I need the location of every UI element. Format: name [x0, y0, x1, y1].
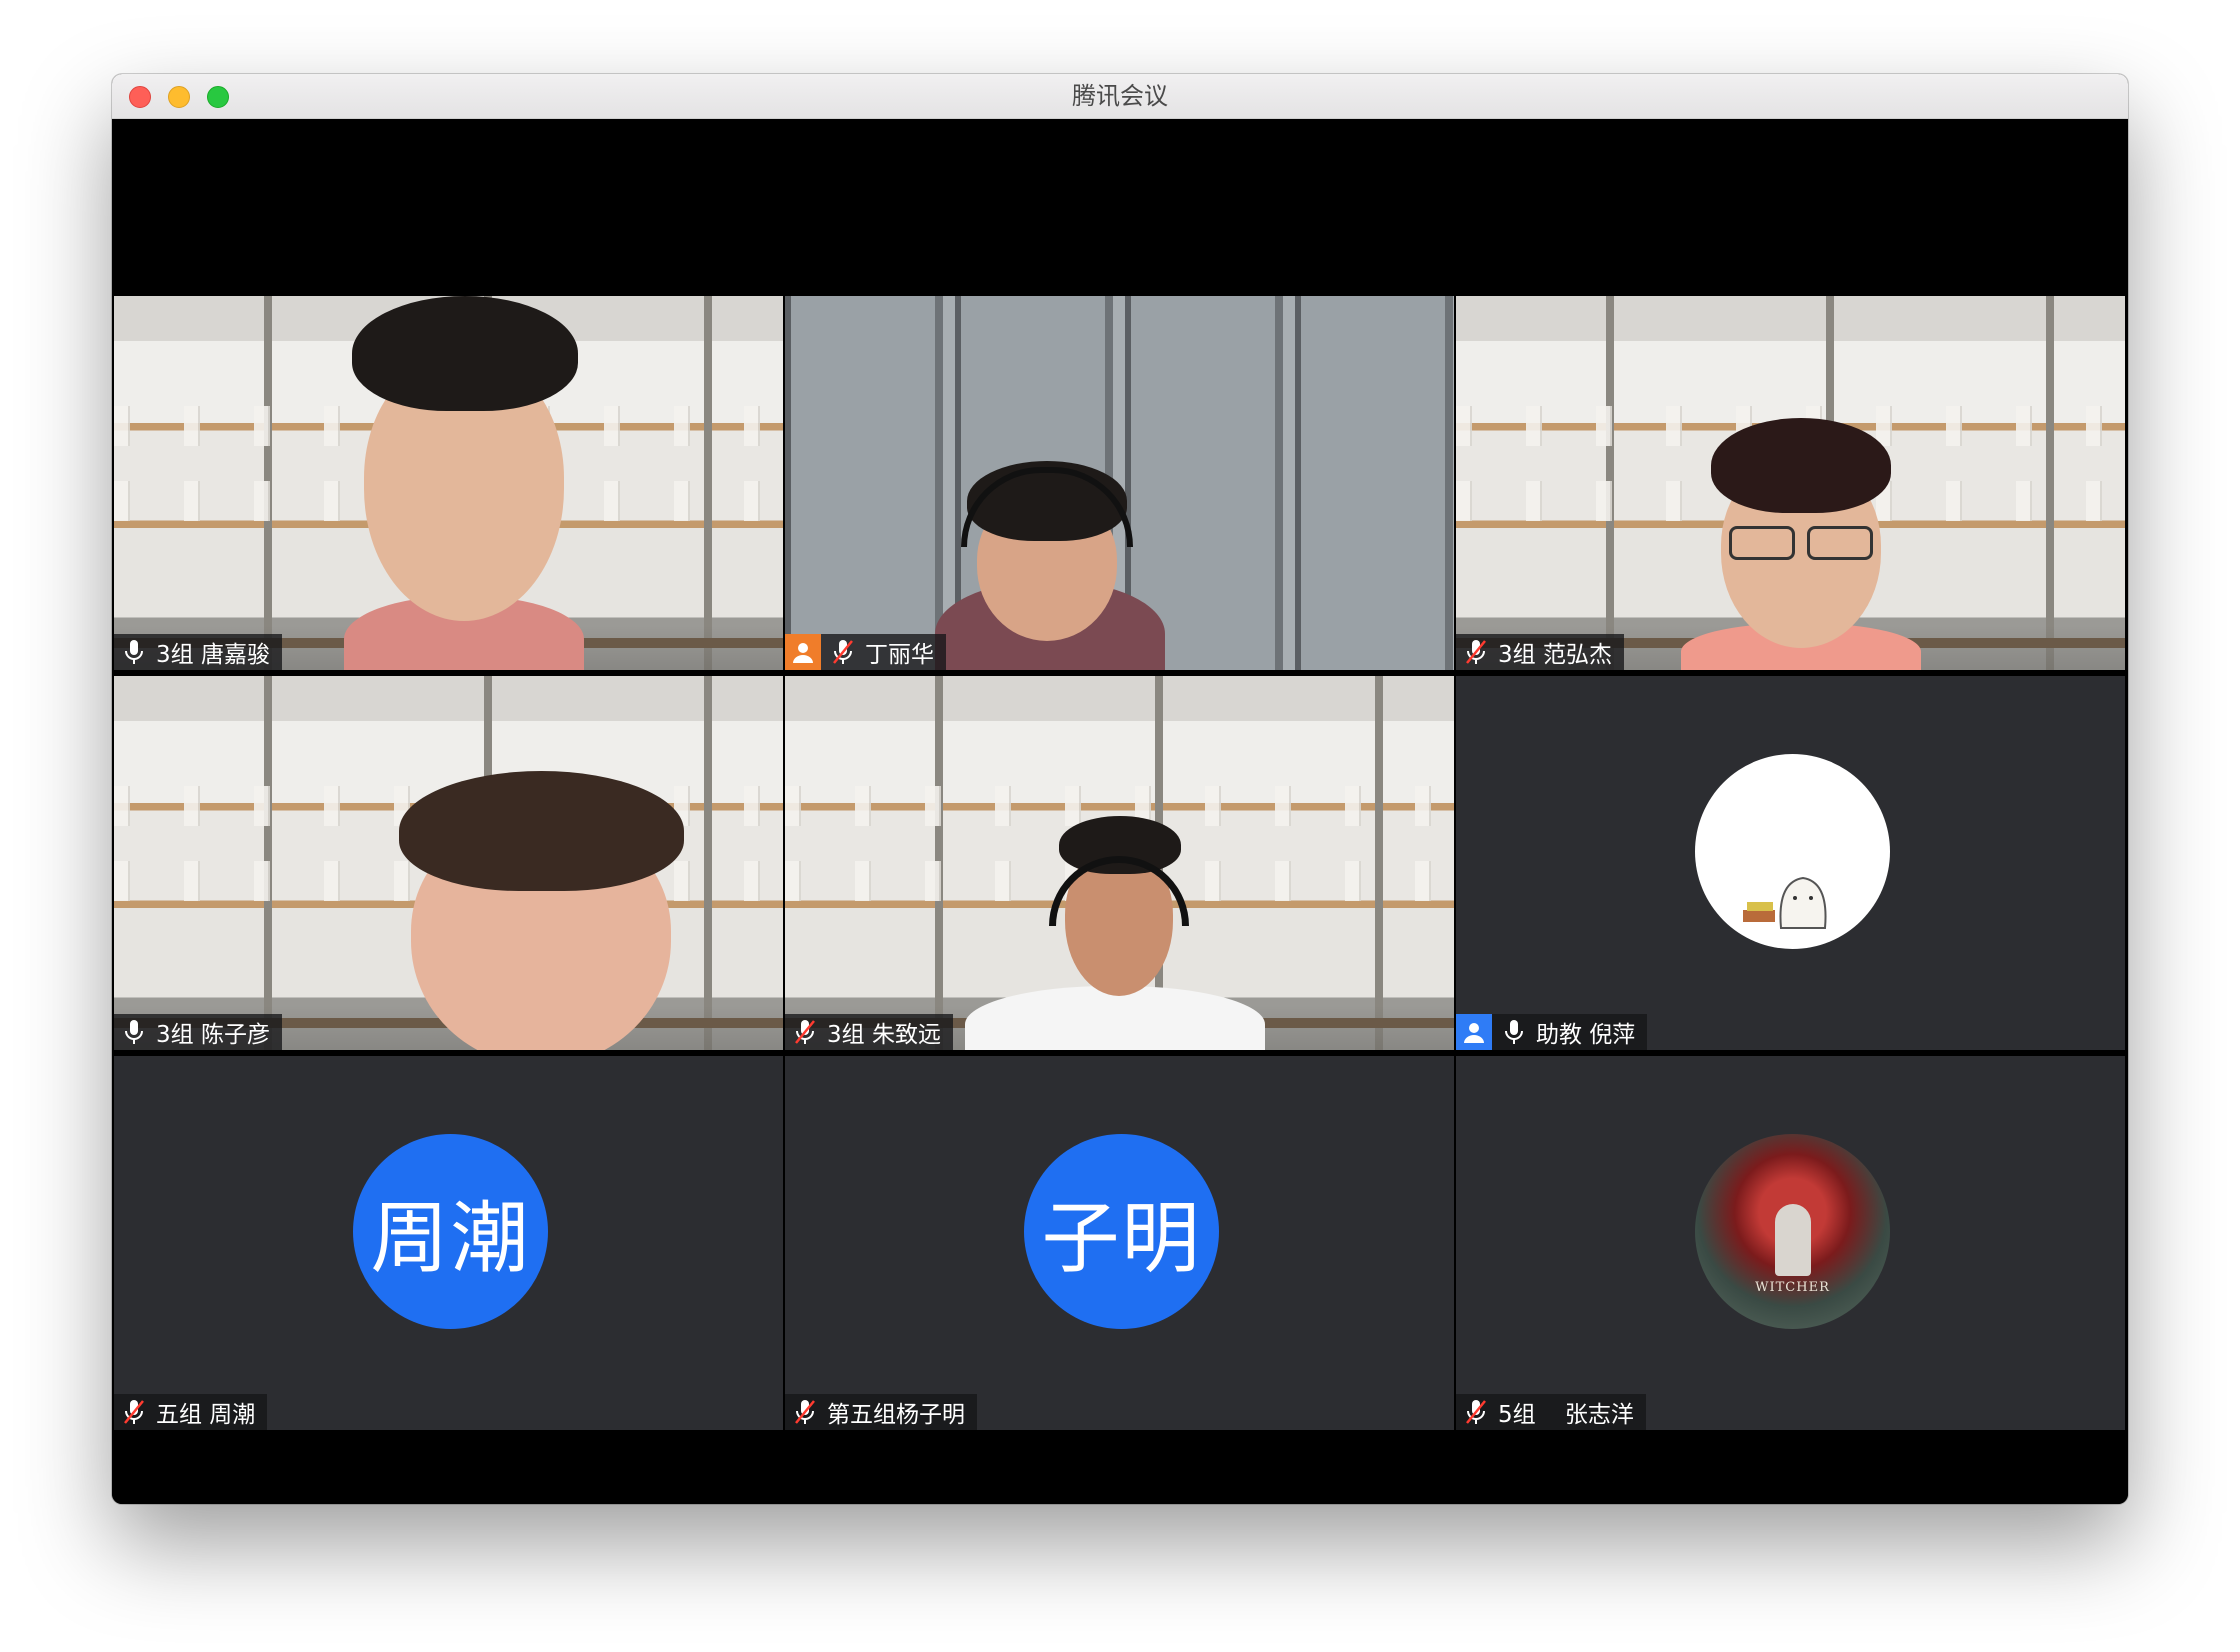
avatar-image-text: WITCHER: [1755, 1280, 1830, 1295]
microphone-muted-icon: [833, 640, 853, 664]
participant-video: [324, 296, 604, 670]
participant-name-tag: 丁丽华: [785, 634, 946, 670]
participant-name: 3组 唐嘉骏: [156, 642, 270, 668]
participant-avatar: [1695, 754, 1890, 949]
participant-name-tag: 3组 唐嘉骏: [114, 634, 282, 670]
participant-avatar: 子明: [1024, 1134, 1219, 1329]
video-gallery: 3组 唐嘉骏 丁丽华 3组 范弘杰 3组 陈子彦 3组 朱致远 助教 倪萍 周潮…: [112, 119, 2128, 1504]
participant-tile[interactable]: 助教 倪萍: [1456, 676, 2125, 1050]
participant-name: 3组 范弘杰: [1498, 642, 1612, 668]
microphone-muted-icon: [124, 1400, 144, 1424]
assistant-icon: [1456, 1014, 1492, 1050]
participant-tile[interactable]: 3组 朱致远: [785, 676, 1454, 1050]
microphone-muted-icon: [795, 1020, 815, 1044]
meeting-window: 腾讯会议 3组 唐嘉骏 丁丽华 3组 范弘杰 3组 陈子彦 3组 朱致远 助教 …: [112, 74, 2128, 1504]
microphone-icon: [125, 640, 143, 664]
participant-video: [965, 816, 1265, 1050]
participant-name: 3组 陈子彦: [156, 1022, 270, 1048]
participant-video: [399, 771, 684, 1050]
participant-tile[interactable]: 周潮 五组 周潮: [114, 1056, 783, 1430]
microphone-muted-icon: [1466, 1400, 1486, 1424]
participant-name-tag: 3组 范弘杰: [1456, 634, 1624, 670]
participant-avatar: 周潮: [353, 1134, 548, 1329]
microphone-muted-icon: [1466, 640, 1486, 664]
participant-tile[interactable]: 3组 范弘杰: [1456, 296, 2125, 670]
participant-video: [935, 461, 1165, 670]
cartoon-sticker-icon: [1743, 876, 1827, 929]
participant-name-tag: 3组 陈子彦: [114, 1014, 282, 1050]
microphone-icon: [1505, 1020, 1523, 1044]
participant-name-tag: 3组 朱致远: [785, 1014, 953, 1050]
title-bar: 腾讯会议: [112, 74, 2128, 119]
host-icon: [785, 634, 821, 670]
participant-video: [1681, 418, 1921, 670]
character-figure: [1775, 1204, 1811, 1276]
participant-name-tag: 5组 张志洋: [1456, 1394, 1646, 1430]
participant-tile[interactable]: 3组 陈子彦: [114, 676, 783, 1050]
participant-name: 5组 张志洋: [1498, 1402, 1634, 1428]
window-title: 腾讯会议: [1072, 83, 1168, 110]
participant-name: 五组 周潮: [156, 1402, 256, 1428]
participant-name: 丁丽华: [865, 642, 934, 668]
participant-avatar: WITCHER: [1695, 1134, 1890, 1329]
participant-tile[interactable]: 丁丽华: [785, 296, 1454, 670]
participant-tile[interactable]: 3组 唐嘉骏: [114, 296, 783, 670]
participant-name-tag: 助教 倪萍: [1456, 1014, 1648, 1050]
participant-name: 第五组杨子明: [827, 1402, 965, 1428]
participant-tile[interactable]: WITCHER 5组 张志洋: [1456, 1056, 2125, 1430]
participant-tile[interactable]: 子明 第五组杨子明: [785, 1056, 1454, 1430]
microphone-muted-icon: [795, 1400, 815, 1424]
microphone-icon: [125, 1020, 143, 1044]
participant-name-tag: 五组 周潮: [114, 1394, 268, 1430]
participant-name: 3组 朱致远: [827, 1022, 941, 1048]
participant-name: 助教 倪萍: [1536, 1022, 1636, 1048]
participant-name-tag: 第五组杨子明: [785, 1394, 977, 1430]
